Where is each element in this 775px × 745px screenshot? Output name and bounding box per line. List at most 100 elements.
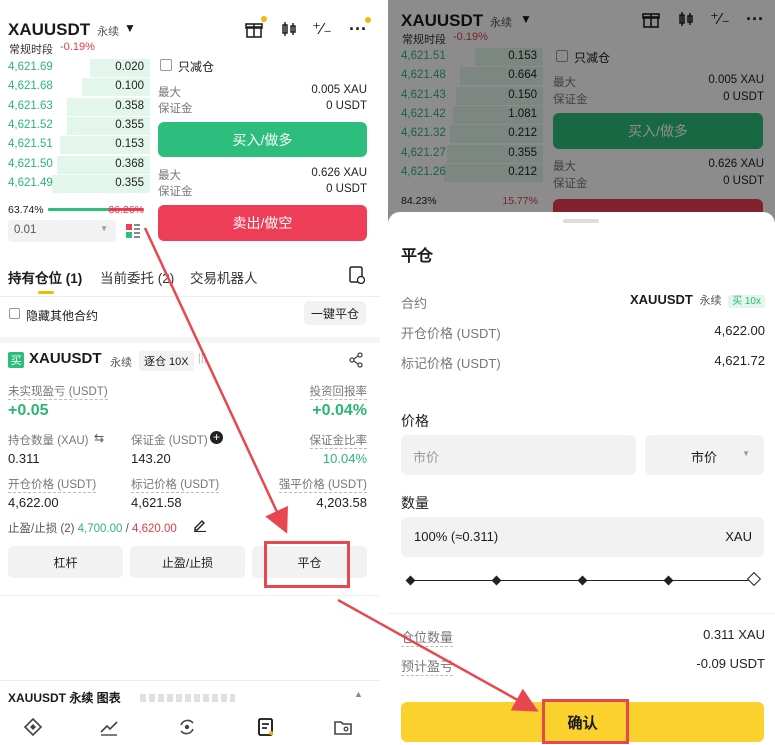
leverage-button[interactable]: 杠杆	[8, 546, 123, 578]
share-icon[interactable]	[347, 351, 365, 369]
chevron-down-icon: ▼	[100, 224, 108, 233]
slider-step[interactable]	[577, 575, 588, 586]
slider-step[interactable]	[491, 575, 502, 586]
roi-label[interactable]: 投资回报率	[309, 383, 367, 400]
mark-price-value: 4,621.72	[714, 353, 765, 368]
sell-short-button[interactable]: 卖出/做空	[158, 205, 367, 241]
buy-long-button[interactable]: 买入/做多	[158, 122, 367, 157]
sell-max-label: 最大	[158, 170, 181, 182]
quantity-value: 100% (≈0.311)	[414, 529, 499, 544]
tab-trading-bots[interactable]: 交易机器人	[190, 267, 258, 287]
margin-ratio-value: 10.04%	[322, 451, 367, 466]
buy-max-label: 最大	[158, 87, 181, 99]
size-value: 0.311	[8, 451, 40, 466]
orderbook-row[interactable]: 4,621.69 0.020	[0, 58, 150, 77]
close-all-button[interactable]: 一键平仓	[304, 301, 366, 325]
orderbook-price: 4,621.52	[8, 118, 53, 131]
orderbook-quantity: 0.355	[115, 118, 144, 131]
orderbook-row[interactable]: 4,621.63 0.358	[0, 97, 150, 116]
chart-bar-title[interactable]: XAUUSDT 永续 图表	[8, 689, 121, 706]
contract-info: XAUUSDT 永续 买 10x	[630, 292, 765, 308]
orderbook-row[interactable]: 4,621.51 0.153	[0, 135, 150, 155]
orderbook-quantity: 0.355	[115, 176, 144, 189]
entry-price-label: 开仓价格 (USDT)	[401, 326, 501, 341]
swap-icon[interactable]: ⇆	[94, 431, 104, 445]
right-screen: XAUUSDT 永续 ▼ 常规时段 -0.19% ⁺⁄₋ ··· 4,621.5…	[388, 0, 775, 745]
candlestick-icon[interactable]	[279, 19, 299, 39]
price-input[interactable]: 市价	[401, 435, 636, 475]
more-icon[interactable]: ···	[347, 17, 371, 40]
chart-preview	[140, 694, 235, 702]
calculator-icon[interactable]: ⁺⁄₋	[312, 19, 332, 39]
orderbook-price: 4,621.63	[8, 99, 53, 112]
reduce-only-label: 只减仓	[178, 60, 215, 74]
quantity-label: 数量	[401, 495, 429, 511]
sl-value: 4,620.00	[132, 523, 177, 535]
buy-ratio: 63.74%	[8, 204, 44, 216]
hide-other-checkbox[interactable]	[9, 308, 20, 319]
position-symbol[interactable]: XAUUSDT	[29, 350, 102, 367]
tp-value: 4,700.00	[77, 523, 123, 535]
price-label: 价格	[401, 413, 429, 429]
orderbook-price: 4,621.50	[8, 157, 53, 170]
orderbook-quantity: 0.153	[115, 138, 144, 151]
divider	[0, 680, 380, 681]
chevron-up-icon[interactable]: ▲	[354, 689, 363, 699]
size-label: 持仓数量 (XAU)	[8, 435, 89, 447]
tab-open-orders[interactable]: 当前委托 (2)	[100, 267, 174, 287]
orderbook-price: 4,621.51	[8, 138, 53, 151]
orderbook-row[interactable]: 4,621.49 0.355	[0, 174, 150, 193]
chevron-down-icon[interactable]: ▼	[124, 21, 136, 35]
gift-icon[interactable]	[243, 16, 267, 40]
precision-select[interactable]: 0.01 ▼	[8, 220, 116, 242]
highlight-box	[264, 541, 350, 588]
edit-icon[interactable]	[192, 517, 208, 533]
trade-icon[interactable]	[176, 716, 198, 738]
quantity-input[interactable]: 100% (≈0.311) XAU	[401, 517, 764, 557]
contract-type: 永续	[97, 26, 119, 38]
margin-mode-badge[interactable]: 逐仓 10X	[139, 351, 194, 371]
orderbook-row[interactable]: 4,621.52 0.355	[0, 116, 150, 135]
drag-handle[interactable]	[563, 219, 599, 223]
orderbook-row[interactable]: 4,621.50 0.368	[0, 155, 150, 174]
side-badge: 买	[8, 352, 24, 368]
buy-margin-label: 保证金	[158, 103, 193, 115]
tpsl-row: 止盈/止损 (2) 4,700.00 / 4,620.00	[8, 520, 177, 536]
entry-price-label[interactable]: 开仓价格 (USDT)	[8, 476, 97, 493]
divider	[388, 613, 775, 614]
pane-separator	[380, 0, 388, 745]
slider-step[interactable]	[663, 575, 674, 586]
add-margin-icon[interactable]: +	[210, 431, 223, 444]
quantity-unit: XAU	[725, 529, 752, 544]
tpsl-button[interactable]: 止盈/止损	[130, 546, 245, 578]
sell-margin-label: 保证金	[158, 186, 193, 198]
orderbook-layout-icon[interactable]	[126, 224, 140, 238]
divider	[0, 337, 380, 343]
ratio-bar-fill	[48, 208, 110, 211]
reduce-only-checkbox[interactable]	[160, 59, 172, 71]
orderbook-price: 4,621.49	[8, 176, 53, 189]
unrealized-pnl-label[interactable]: 未实现盈亏 (USDT)	[8, 383, 108, 400]
home-icon[interactable]	[22, 716, 44, 738]
sheet-title: 平仓	[401, 248, 434, 265]
chart-icon[interactable]	[98, 716, 120, 738]
orders-icon[interactable]	[255, 716, 277, 738]
orderbook-row[interactable]: 4,621.68 0.100	[0, 77, 150, 97]
mark-price-label[interactable]: 标记价格 (USDT)	[131, 476, 220, 493]
position-contract-type: 永续	[110, 357, 132, 369]
price-type-value: 市价	[691, 450, 718, 465]
orderbook-quantity: 0.020	[115, 61, 144, 73]
slider-thumb[interactable]	[746, 571, 762, 587]
assets-icon[interactable]	[332, 716, 354, 738]
margin-label: 保证金 (USDT)	[131, 435, 208, 447]
slider-step[interactable]	[405, 575, 416, 586]
contract-label: 合约	[401, 296, 428, 311]
margin-ratio-label[interactable]: 保证金比率	[309, 432, 367, 449]
liq-price-label[interactable]: 强平价格 (USDT)	[278, 476, 367, 493]
history-icon[interactable]	[348, 266, 366, 284]
price-type-select[interactable]: 市价 ▼	[645, 435, 764, 475]
liq-price-value: 4,203.58	[316, 495, 367, 510]
margin-value: 143.20	[131, 451, 171, 466]
symbol-title[interactable]: XAUUSDT	[8, 20, 90, 40]
tab-positions[interactable]: 持有仓位 (1)	[8, 267, 82, 287]
